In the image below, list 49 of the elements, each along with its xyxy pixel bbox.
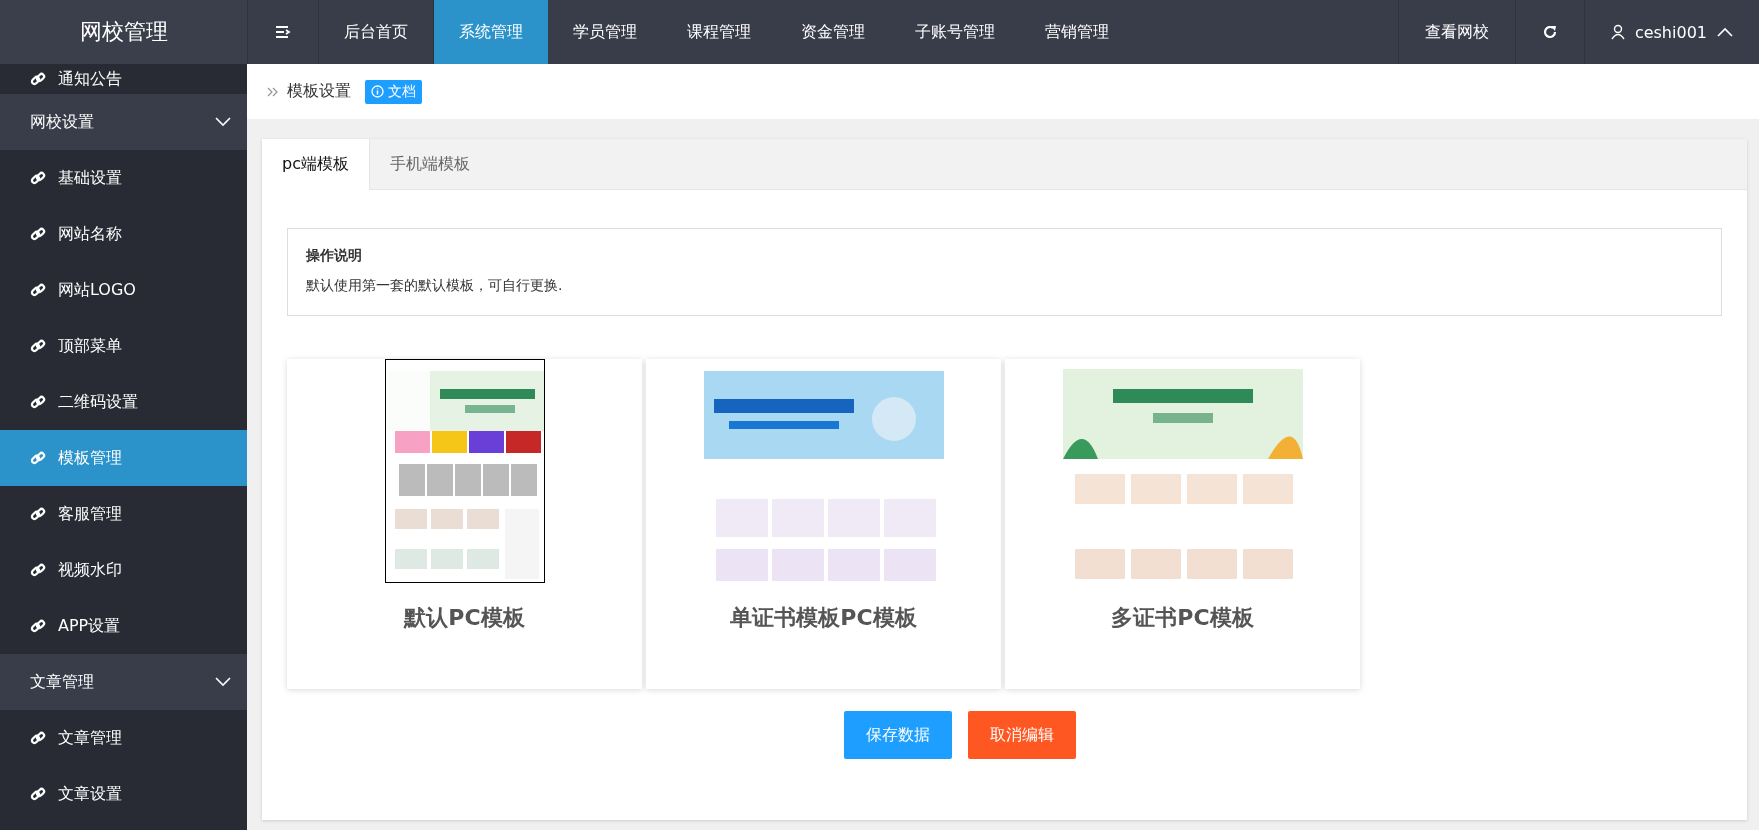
link-icon [30,562,46,578]
link-icon [30,730,46,746]
user-icon [1610,24,1625,40]
link-icon [30,450,46,466]
sidebar-item[interactable]: 网站名称 [0,206,247,262]
notice-title: 操作说明 [306,247,363,265]
chevron-icon [215,677,231,687]
link-icon [30,506,46,522]
info-icon [371,85,384,98]
page-title: 模板设置 [287,81,351,102]
sidebar-group[interactable]: 网校设置 [0,94,247,150]
link-icon [30,338,46,354]
tab[interactable]: 手机端模板 [369,139,490,189]
tab[interactable]: pc端模板 [262,139,370,190]
template-card[interactable]: 默认PC模板 [287,359,642,689]
link-icon [30,618,46,634]
link-icon [30,170,46,186]
sidebar-group[interactable]: 文章管理 [0,654,247,710]
double-chevron-icon [267,85,279,98]
sidebar-item[interactable]: 通知公告 [0,64,247,94]
template-card[interactable]: 单证书模板PC模板 [646,359,1001,689]
template-name: 多证书PC模板 [1111,604,1254,632]
chevron-icon [1717,27,1733,37]
link-icon [30,71,46,87]
link-icon [30,282,46,298]
link-icon [30,786,46,802]
notice-text: 默认使用第一套的默认模板，可自行更换. [306,277,564,295]
sidebar-item[interactable]: 顶部菜单 [0,318,247,374]
link-icon [30,226,46,242]
sidebar-item[interactable]: 文章管理 [0,710,247,766]
template-card[interactable]: 多证书PC模板 [1005,359,1360,689]
nav-tab[interactable]: 课程管理 [662,0,776,64]
sidebar-item[interactable]: 二维码设置 [0,374,247,430]
nav-tab[interactable]: 子账号管理 [890,0,1020,64]
sidebar-item[interactable]: 客服管理 [0,486,247,542]
menu-icon[interactable] [275,25,291,39]
sidebar-item[interactable]: APP设置 [0,598,247,654]
link-icon [30,394,46,410]
nav-tab[interactable]: 学员管理 [548,0,662,64]
nav-tab[interactable]: 资金管理 [776,0,890,64]
nav-tab[interactable]: 营销管理 [1020,0,1134,64]
template-name: 默认PC模板 [404,604,525,632]
refresh-icon [1541,24,1558,40]
sidebar-item[interactable]: 网站LOGO [0,262,247,318]
sidebar-item[interactable]: 基础设置 [0,150,247,206]
sidebar-item[interactable]: 文章设置 [0,766,247,822]
sidebar-item[interactable]: 视频水印 [0,542,247,598]
chevron-icon [215,117,231,127]
template-name: 单证书模板PC模板 [730,604,917,632]
